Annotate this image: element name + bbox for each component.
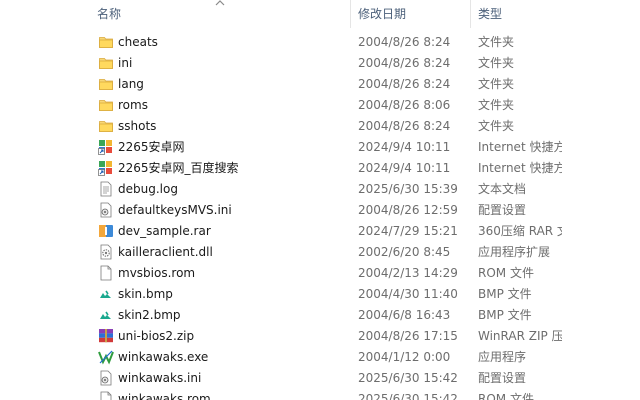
file-date-modified: 2004/8/26 8:24 (358, 77, 451, 91)
column-header-date-modified[interactable]: 修改日期 (358, 5, 468, 23)
file-date-modified: 2024/9/4 10:11 (358, 140, 451, 154)
file-date-modified: 2002/6/20 8:45 (358, 245, 451, 259)
file-type: BMP 文件 (478, 287, 532, 301)
image-file-icon (98, 286, 114, 302)
file-date-modified: 2004/8/26 8:24 (358, 35, 451, 49)
text-document-icon (98, 181, 114, 197)
file-date-modified: 2004/8/26 8:06 (358, 98, 451, 112)
file-row[interactable]: lang 2004/8/26 8:24 文件夹 (0, 74, 640, 95)
file-name[interactable]: skin2.bmp (118, 305, 354, 326)
column-divider[interactable] (470, 0, 471, 28)
file-name[interactable]: dev_sample.rar (118, 221, 354, 242)
file-date-modified: 2024/7/29 15:21 (358, 224, 458, 238)
file-type: BMP 文件 (478, 308, 532, 322)
file-date-modified: 2004/6/8 16:43 (358, 308, 451, 322)
file-name[interactable]: lang (118, 74, 354, 95)
file-date-modified: 2004/8/26 12:59 (358, 203, 458, 217)
site-shortcut-icon (98, 160, 114, 176)
file-type: Internet 快捷方式 (478, 161, 562, 175)
dll-file-icon (98, 244, 114, 260)
folder-icon (98, 97, 114, 113)
file-row[interactable]: mvsbios.rom 2004/2/13 14:29 ROM 文件 (0, 263, 640, 284)
file-type: 文件夹 (478, 35, 515, 49)
file-type: 文件夹 (478, 98, 515, 112)
file-row[interactable]: skin.bmp 2004/4/30 11:40 BMP 文件 (0, 284, 640, 305)
site-shortcut-icon (98, 139, 114, 155)
file-date-modified: 2004/8/26 8:24 (358, 119, 451, 133)
column-header-name[interactable]: 名称 (97, 5, 347, 23)
file-type: 配置设置 (478, 371, 527, 385)
file-row[interactable]: winkawaks.rom 2025/6/30 15:42 ROM 文件 (0, 389, 640, 400)
file-type: 文件夹 (478, 77, 515, 91)
file-date-modified: 2025/6/30 15:42 (358, 371, 458, 385)
column-header-bar: 名称 修改日期 类型 (0, 0, 640, 30)
file-type: ROM 文件 (478, 392, 534, 400)
file-type: Internet 快捷方式 (478, 140, 562, 154)
file-name[interactable]: defaultkeysMVS.ini (118, 200, 354, 221)
file-row[interactable]: sshots 2004/8/26 8:24 文件夹 (0, 116, 640, 137)
file-row[interactable]: kailleraclient.dll 2002/6/20 8:45 应用程序扩展 (0, 242, 640, 263)
config-file-icon (98, 370, 114, 386)
file-name[interactable]: winkawaks.rom (118, 389, 354, 400)
file-name[interactable]: winkawaks.exe (118, 347, 354, 368)
file-name[interactable]: sshots (118, 116, 354, 137)
file-name[interactable]: roms (118, 95, 354, 116)
file-name[interactable]: ini (118, 53, 354, 74)
file-row[interactable]: cheats 2004/8/26 8:24 文件夹 (0, 32, 640, 53)
file-date-modified: 2024/9/4 10:11 (358, 161, 451, 175)
file-type: 应用程序 (478, 350, 527, 364)
file-date-modified: 2025/6/30 15:42 (358, 392, 458, 400)
file-row[interactable]: roms 2004/8/26 8:06 文件夹 (0, 95, 640, 116)
file-name[interactable]: uni-bios2.zip (118, 326, 354, 347)
file-name[interactable]: kailleraclient.dll (118, 242, 354, 263)
archive-360-icon (98, 223, 114, 239)
config-file-icon (98, 202, 114, 218)
file-date-modified: 2004/4/30 11:40 (358, 287, 458, 301)
file-name[interactable]: mvsbios.rom (118, 263, 354, 284)
file-name[interactable]: winkawaks.ini (118, 368, 354, 389)
file-name[interactable]: 2265安卓网_百度搜索 (118, 158, 354, 179)
file-row[interactable]: debug.log 2025/6/30 15:39 文本文档 (0, 179, 640, 200)
file-date-modified: 2025/6/30 15:39 (358, 182, 458, 196)
file-type: ROM 文件 (478, 266, 534, 280)
file-row[interactable]: dev_sample.rar 2024/7/29 15:21 360压缩 RAR 文… (0, 221, 640, 242)
folder-icon (98, 118, 114, 134)
file-row[interactable]: 2265安卓网_百度搜索 2024/9/4 10:11 Internet 快捷方式 (0, 158, 640, 179)
file-date-modified: 2004/1/12 0:00 (358, 350, 451, 364)
file-type: 配置设置 (478, 203, 527, 217)
file-type: 文件夹 (478, 119, 515, 133)
file-type: 文本文档 (478, 182, 527, 196)
folder-icon (98, 34, 114, 50)
folder-icon (98, 55, 114, 71)
file-date-modified: 2004/8/26 17:15 (358, 329, 458, 343)
column-header-type[interactable]: 类型 (478, 5, 628, 23)
file-name[interactable]: skin.bmp (118, 284, 354, 305)
blank-file-icon (98, 391, 114, 400)
file-name[interactable]: 2265安卓网 (118, 137, 354, 158)
file-explorer-view: 名称 修改日期 类型 cheats 2004/8/26 8:24 文件夹 ini 200… (0, 0, 640, 400)
file-type: WinRAR ZIP 压缩文件 (478, 329, 562, 343)
file-row[interactable]: winkawaks.exe 2004/1/12 0:00 应用程序 (0, 347, 640, 368)
file-type: 应用程序扩展 (478, 245, 551, 259)
blank-file-icon (98, 265, 114, 281)
file-row[interactable]: winkawaks.ini 2025/6/30 15:42 配置设置 (0, 368, 640, 389)
folder-icon (98, 76, 114, 92)
file-name[interactable]: cheats (118, 32, 354, 53)
file-type: 360压缩 RAR 文件 (478, 224, 562, 238)
file-row[interactable]: 2265安卓网 2024/9/4 10:11 Internet 快捷方式 (0, 137, 640, 158)
file-row[interactable]: defaultkeysMVS.ini 2004/8/26 12:59 配置设置 (0, 200, 640, 221)
column-divider[interactable] (350, 0, 351, 28)
file-name[interactable]: debug.log (118, 179, 354, 200)
file-type: 文件夹 (478, 56, 515, 70)
file-date-modified: 2004/2/13 14:29 (358, 266, 458, 280)
file-list: cheats 2004/8/26 8:24 文件夹 ini 2004/8/26 8:24… (0, 32, 640, 400)
winrar-archive-icon (98, 328, 114, 344)
winkawaks-app-icon (98, 349, 114, 365)
image-file-icon (98, 307, 114, 323)
file-row[interactable]: ini 2004/8/26 8:24 文件夹 (0, 53, 640, 74)
file-date-modified: 2004/8/26 8:24 (358, 56, 451, 70)
file-row[interactable]: uni-bios2.zip 2004/8/26 17:15 WinRAR ZIP 压… (0, 326, 640, 347)
file-row[interactable]: skin2.bmp 2004/6/8 16:43 BMP 文件 (0, 305, 640, 326)
